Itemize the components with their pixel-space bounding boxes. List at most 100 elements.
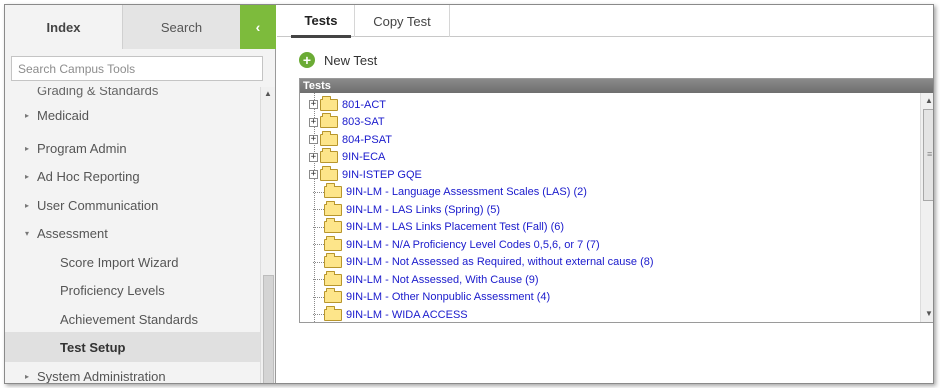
tests-tree-scrollbar[interactable]: ▲ ≡ ▼ (920, 93, 933, 322)
expand-plus-icon[interactable]: + (309, 135, 318, 144)
sidebar-item-test-setup[interactable]: Test Setup (5, 332, 260, 362)
sidebar-scrollbar[interactable]: ▲ (260, 87, 275, 383)
sidebar-item-program-admin[interactable]: ▸ Program Admin (5, 133, 260, 163)
sidebar-item-label: Program Admin (37, 140, 127, 156)
sidebar: Index Search ‹ Grading & Standards ▸ Med… (5, 5, 276, 383)
folder-icon (324, 218, 342, 233)
expand-plus-icon[interactable]: + (309, 170, 318, 179)
folder-icon (324, 200, 342, 216)
sidebar-item-medicaid[interactable]: ▸ Medicaid (5, 100, 260, 130)
folder-icon (324, 305, 342, 321)
scroll-up-arrow-icon[interactable]: ▲ (925, 96, 933, 105)
folder-icon (320, 95, 338, 111)
tree-connector (313, 226, 324, 228)
tree-node-label[interactable]: 804-PSAT (342, 134, 392, 146)
tree-node-label[interactable]: 9IN-LM - N/A Proficiency Level Codes 0,5… (346, 239, 600, 251)
scrollbar-thumb[interactable] (263, 275, 274, 383)
sidebar-item-system-administration[interactable]: ▸ System Administration (5, 361, 260, 384)
folder-icon (324, 253, 342, 268)
tab-search[interactable]: Search (123, 5, 240, 49)
collapsed-arrow-icon: ▸ (25, 200, 30, 210)
tree-node[interactable]: 9IN-LM - Other Nonpublic Assessment (4) (300, 288, 550, 306)
tree-node-label[interactable]: 9IN-ISTEP GQE (342, 169, 422, 181)
main-tabs: Tests Copy Test (277, 5, 933, 38)
folder-icon (320, 148, 338, 163)
scroll-down-arrow-icon[interactable]: ▼ (925, 309, 933, 318)
expand-plus-icon[interactable]: + (309, 100, 318, 109)
tree-connector (313, 296, 324, 298)
sidebar-item-label: Score Import Wizard (60, 254, 179, 270)
expand-plus-icon[interactable]: + (309, 117, 318, 127)
tree-node[interactable]: +9IN-ISTEP GQE (300, 165, 422, 183)
sidebar-item-label: Grading & Standards (37, 87, 159, 98)
tree-node[interactable]: 9IN-LM - WIDA ACCESS (300, 305, 468, 322)
collapsed-arrow-icon: ▸ (25, 110, 30, 120)
tests-tree-panel: Tests +801-ACT +803-SAT +804-PSAT +9IN-ECA +… (299, 78, 933, 323)
sidebar-tabs: Index Search ‹ (5, 5, 276, 49)
tree-node[interactable]: 9IN-LM - LAS Links (Spring) (5) (300, 200, 500, 218)
plus-circle-icon: + (299, 52, 315, 68)
collapsed-arrow-icon: ▸ (25, 171, 30, 181)
tree-connector (313, 279, 324, 280)
tree-node-label[interactable]: 9IN-LM - Language Assessment Scales (LAS… (346, 186, 587, 198)
sidebar-item-label: System Administration (37, 368, 166, 384)
scrollbar-thumb[interactable]: ≡ (923, 109, 933, 201)
tree-node-label[interactable]: 9IN-LM - LAS Links (Spring) (5) (346, 204, 500, 216)
new-test-label: New Test (324, 52, 378, 68)
tab-index[interactable]: Index (5, 5, 123, 49)
tree-node[interactable]: +804-PSAT (300, 130, 392, 148)
sidebar-item-ad-hoc-reporting[interactable]: ▸ Ad Hoc Reporting (5, 161, 260, 191)
tree-node[interactable]: 9IN-LM - Not Assessed, With Cause (9) (300, 270, 539, 288)
tree-connector (313, 191, 324, 193)
scroll-up-arrow-icon[interactable]: ▲ (264, 89, 272, 98)
tree-node-label[interactable]: 9IN-LM - Not Assessed, With Cause (9) (346, 274, 539, 286)
chevron-left-icon: ‹ (255, 19, 261, 35)
collapsed-arrow-icon: ▸ (25, 371, 30, 381)
folder-icon (320, 165, 338, 181)
tree-node[interactable]: +801-ACT (300, 95, 386, 113)
tree-node-label[interactable]: 9IN-LM - Other Nonpublic Assessment (4) (346, 291, 550, 303)
tree-node-label[interactable]: 9IN-LM - LAS Links Placement Test (Fall)… (346, 221, 564, 233)
sidebar-item-achievement-standards[interactable]: Achievement Standards (5, 304, 260, 334)
tree-connector (313, 209, 324, 210)
sidebar-item-label: Medicaid (37, 107, 90, 123)
tree-node[interactable]: 9IN-LM - Not Assessed as Required, witho… (300, 253, 654, 271)
scrollbar-grip-icon: ≡ (927, 149, 933, 159)
folder-icon (320, 130, 338, 146)
sidebar-item-label: Achievement Standards (60, 311, 199, 327)
tree-node[interactable]: +9IN-ECA (300, 148, 385, 166)
sidebar-item-label: Test Setup (60, 339, 126, 355)
tests-panel-header: Tests (300, 79, 933, 93)
tree-connector (313, 314, 324, 315)
sidebar-item-user-communication[interactable]: ▸ User Communication (5, 190, 260, 220)
expand-plus-icon[interactable]: + (309, 152, 318, 162)
sidebar-item-label: User Communication (37, 197, 159, 213)
tree-node[interactable]: 9IN-LM - N/A Proficiency Level Codes 0,5… (300, 235, 600, 253)
folder-icon (324, 288, 342, 303)
tab-copy-test[interactable]: Copy Test (354, 5, 450, 37)
sidebar-item-proficiency-levels[interactable]: Proficiency Levels (5, 275, 260, 305)
tree-node[interactable]: 9IN-LM - LAS Links Placement Test (Fall)… (300, 218, 564, 236)
tree-connector (313, 244, 324, 245)
search-campus-tools-input[interactable] (11, 56, 263, 81)
sidebar-item-label: Ad Hoc Reporting (37, 168, 140, 184)
tab-tests[interactable]: Tests (291, 5, 351, 38)
sidebar-item-assessment[interactable]: ▾ Assessment (5, 218, 260, 248)
tree-node-label[interactable]: 9IN-LM - Not Assessed as Required, witho… (346, 256, 654, 268)
collapsed-arrow-icon: ▸ (25, 143, 30, 153)
new-test-button[interactable]: + New Test (299, 49, 377, 71)
tree-node-label[interactable]: 9IN-LM - WIDA ACCESS (346, 309, 468, 321)
tree-node[interactable]: 9IN-LM - Language Assessment Scales (LAS… (300, 183, 587, 201)
tree-node-label[interactable]: 9IN-ECA (342, 151, 385, 163)
sidebar-item-score-import-wizard[interactable]: Score Import Wizard (5, 247, 260, 277)
tree-node-label[interactable]: 803-SAT (342, 116, 385, 128)
tree-node[interactable]: +803-SAT (300, 113, 385, 131)
sidebar-item-label: Assessment (37, 225, 108, 241)
main-content: Tests Copy Test + New Test Tests +801-AC… (277, 5, 933, 383)
tree-node-label[interactable]: 801-ACT (342, 99, 386, 111)
tree-connector (313, 261, 324, 263)
expanded-arrow-icon: ▾ (25, 228, 30, 238)
collapse-sidebar-button[interactable]: ‹ (240, 5, 276, 49)
tests-tree: +801-ACT +803-SAT +804-PSAT +9IN-ECA +9IN-IS… (300, 93, 920, 322)
sidebar-nav: Grading & Standards ▸ Medicaid ▸ Program… (5, 87, 260, 384)
